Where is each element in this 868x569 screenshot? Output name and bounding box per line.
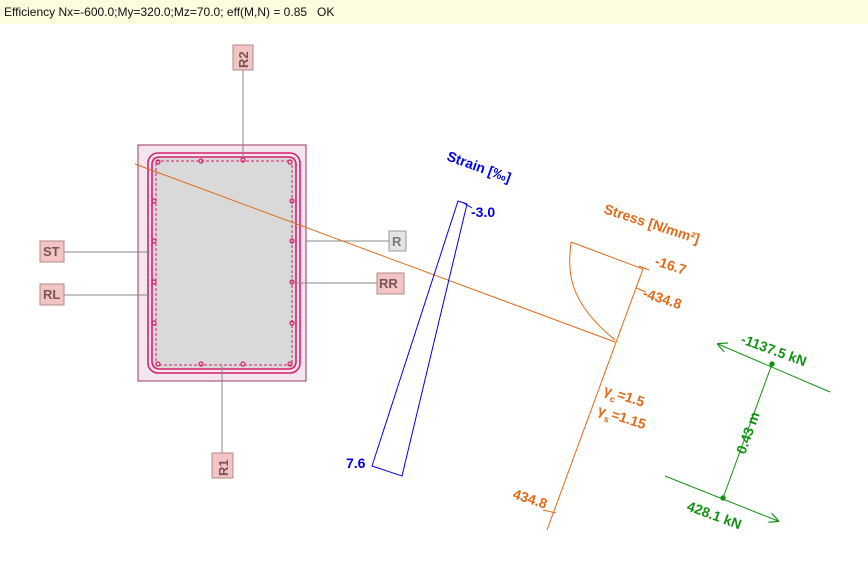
- stress-steel-comp-value: -434.8: [641, 285, 684, 313]
- tag-st[interactable]: ST: [39, 240, 65, 263]
- strain-top-value: -3.0: [471, 204, 495, 220]
- section-diagram: R2 R1 ST RL R RR Strain [‰] -3.0 7.6 Str…: [39, 44, 831, 532]
- tag-r2[interactable]: R2: [232, 44, 254, 71]
- strain-polygon: [371, 200, 468, 477]
- tag-r1-label: R1: [216, 459, 231, 476]
- stress-title: Stress [N/mm²]: [602, 201, 702, 247]
- stress-concrete-value: -16.7: [653, 253, 688, 278]
- tag-st-label: ST: [43, 244, 60, 259]
- tag-r1[interactable]: R1: [211, 452, 234, 479]
- tag-rr[interactable]: RR: [376, 272, 405, 295]
- tag-rl-label: RL: [43, 287, 60, 302]
- tag-r-label: R: [392, 234, 402, 249]
- gamma-s-value: =1.15: [609, 406, 648, 432]
- tag-r2-label: R2: [236, 51, 251, 68]
- tag-r[interactable]: R: [388, 230, 407, 252]
- strain-title: Strain [‰]: [445, 148, 513, 186]
- stress-parabola: [569, 241, 644, 341]
- tension-force-value: 428.1 kN: [685, 498, 744, 532]
- strain-bottom-value: 7.6: [346, 455, 366, 471]
- cross-section: [137, 144, 307, 382]
- tension-point: [720, 495, 726, 501]
- stress-diagram: [542, 241, 650, 531]
- concrete-core: [152, 157, 296, 369]
- lever-arm-value: 0.43 m: [733, 410, 763, 456]
- stress-steel-tens-value: 434.8: [511, 486, 549, 512]
- tag-rr-label: RR: [379, 276, 398, 291]
- strain-diagram: [371, 200, 473, 477]
- tag-rl[interactable]: RL: [39, 283, 65, 306]
- gamma-c-value: =1.5: [615, 386, 646, 410]
- compression-point: [769, 361, 775, 367]
